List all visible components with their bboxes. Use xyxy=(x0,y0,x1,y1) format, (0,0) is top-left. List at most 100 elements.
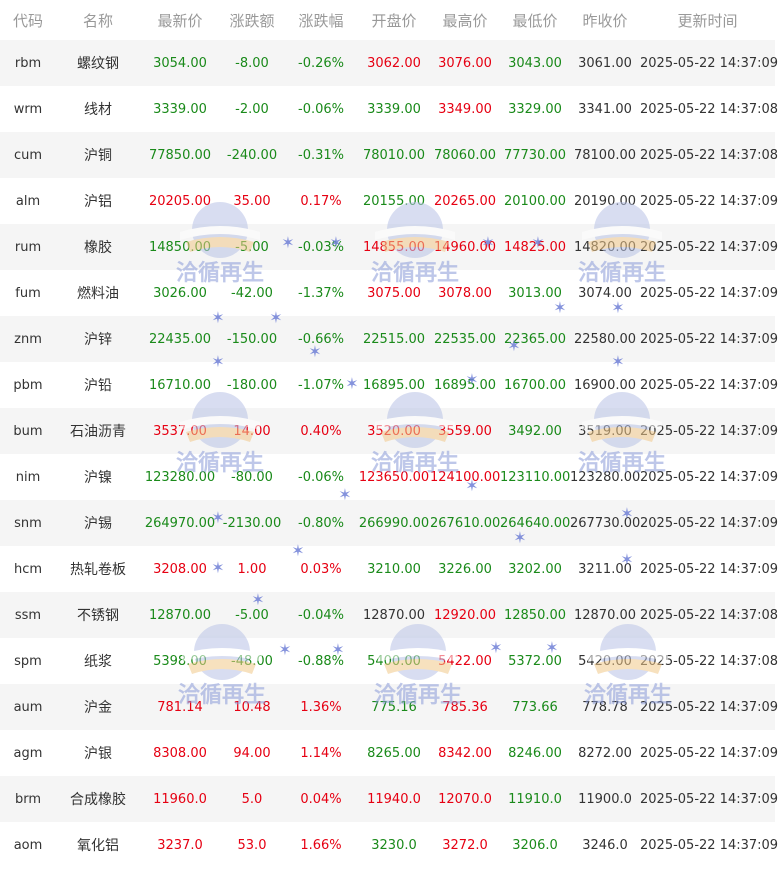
cell-last: 3208.00 xyxy=(140,546,220,592)
cell-change-pct: 0.17% xyxy=(284,178,358,224)
table-row[interactable]: wrm 线材 3339.00 -2.00 -0.06% 3339.00 3349.00 332… xyxy=(0,86,778,132)
cell-high: 267610.00 xyxy=(430,500,500,546)
cell-change-pct: -0.04% xyxy=(284,592,358,638)
cell-prev-close: 5420.00 xyxy=(570,638,640,684)
cell-change: -2.00 xyxy=(220,86,284,132)
cell-last: 12870.00 xyxy=(140,592,220,638)
cell-code: aom xyxy=(0,822,56,868)
table-row[interactable]: aom 氧化铝 3237.0 53.0 1.66% 3230.0 3272.0 3206.0 3… xyxy=(0,822,778,868)
table-row[interactable]: rbm 螺纹钢 3054.00 -8.00 -0.26% 3062.00 3076.00 30… xyxy=(0,40,778,86)
cell-high: 8342.00 xyxy=(430,730,500,776)
table-row[interactable]: brm 合成橡胶 11960.0 5.0 0.04% 11940.0 12070.0 1191… xyxy=(0,776,778,822)
cell-update-time: 2025-05-22 14:37:09 xyxy=(640,270,778,316)
cell-prev-close: 16900.00 xyxy=(570,362,640,408)
table-row[interactable]: hcm 热轧卷板 3208.00 1.00 0.03% 3210.00 3226.00 320… xyxy=(0,546,778,592)
cell-code: rum xyxy=(0,224,56,270)
cell-low: 3043.00 xyxy=(500,40,570,86)
table-row[interactable]: aum 沪金 781.14 10.48 1.36% 775.16 785.36 773.66 7… xyxy=(0,684,778,730)
cell-last: 3537.00 xyxy=(140,408,220,454)
col-header-change-pct: 涨跌幅 xyxy=(284,0,358,40)
cell-last: 3026.00 xyxy=(140,270,220,316)
cell-last: 11960.0 xyxy=(140,776,220,822)
cell-high: 14960.00 xyxy=(430,224,500,270)
cell-update-time: 2025-05-22 14:37:09 xyxy=(640,40,778,86)
col-header-prev-close: 昨收价 xyxy=(570,0,640,40)
cell-change-pct: -0.88% xyxy=(284,638,358,684)
cell-low: 3329.00 xyxy=(500,86,570,132)
cell-code: fum xyxy=(0,270,56,316)
cell-low: 123110.00 xyxy=(500,454,570,500)
cell-high: 3226.00 xyxy=(430,546,500,592)
cell-open: 16895.00 xyxy=(358,362,430,408)
cell-name: 沪铜 xyxy=(56,132,140,178)
table-row[interactable]: spm 纸浆 5398.00 -48.00 -0.88% 5400.00 5422.00 53… xyxy=(0,638,778,684)
table-row[interactable]: bum 石油沥青 3537.00 14.00 0.40% 3520.00 3559.00 34… xyxy=(0,408,778,454)
cell-name: 沪锡 xyxy=(56,500,140,546)
cell-last: 22435.00 xyxy=(140,316,220,362)
cell-change: -2130.00 xyxy=(220,500,284,546)
cell-prev-close: 22580.00 xyxy=(570,316,640,362)
cell-open: 20155.00 xyxy=(358,178,430,224)
cell-low: 77730.00 xyxy=(500,132,570,178)
cell-name: 沪银 xyxy=(56,730,140,776)
cell-last: 3237.0 xyxy=(140,822,220,868)
table-row[interactable]: ssm 不锈钢 12870.00 -5.00 -0.04% 12870.00 12920.0… xyxy=(0,592,778,638)
cell-high: 785.36 xyxy=(430,684,500,730)
cell-change-pct: 0.04% xyxy=(284,776,358,822)
col-header-last: 最新价 xyxy=(140,0,220,40)
cell-low: 8246.00 xyxy=(500,730,570,776)
cell-code: agm xyxy=(0,730,56,776)
cell-name: 燃料油 xyxy=(56,270,140,316)
cell-open: 78010.00 xyxy=(358,132,430,178)
cell-update-time: 2025-05-22 14:37:08 xyxy=(640,592,778,638)
cell-last: 14850.00 xyxy=(140,224,220,270)
cell-update-time: 2025-05-22 14:37:08 xyxy=(640,86,778,132)
cell-open: 3520.00 xyxy=(358,408,430,454)
cell-change: -5.00 xyxy=(220,592,284,638)
table-row[interactable]: cum 沪铜 77850.00 -240.00 -0.31% 78010.00 78060.… xyxy=(0,132,778,178)
cell-last: 3054.00 xyxy=(140,40,220,86)
cell-name: 螺纹钢 xyxy=(56,40,140,86)
cell-open: 11940.0 xyxy=(358,776,430,822)
cell-low: 14825.00 xyxy=(500,224,570,270)
cell-update-time: 2025-05-22 14:37:09 xyxy=(640,684,778,730)
cell-change: 35.00 xyxy=(220,178,284,224)
cell-update-time: 2025-05-22 14:37:09 xyxy=(640,822,778,868)
cell-change: -5.00 xyxy=(220,224,284,270)
cell-high: 3078.00 xyxy=(430,270,500,316)
cell-name: 线材 xyxy=(56,86,140,132)
table-row[interactable]: znm 沪锌 22435.00 -150.00 -0.66% 22515.00 22535.… xyxy=(0,316,778,362)
cell-last: 16710.00 xyxy=(140,362,220,408)
cell-last: 3339.00 xyxy=(140,86,220,132)
cell-last: 781.14 xyxy=(140,684,220,730)
table-row[interactable]: pbm 沪铅 16710.00 -180.00 -1.07% 16895.00 16895.… xyxy=(0,362,778,408)
table-row[interactable]: nim 沪镍 123280.00 -80.00 -0.06% 123650.00 12410… xyxy=(0,454,778,500)
cell-change-pct: 1.14% xyxy=(284,730,358,776)
cell-change-pct: 1.66% xyxy=(284,822,358,868)
cell-code: spm xyxy=(0,638,56,684)
col-header-update-time: 更新时间 xyxy=(640,0,775,40)
col-header-change: 涨跌额 xyxy=(220,0,284,40)
cell-update-time: 2025-05-22 14:37:09 xyxy=(640,362,778,408)
cell-update-time: 2025-05-22 14:37:08 xyxy=(640,132,778,178)
cell-high: 78060.00 xyxy=(430,132,500,178)
cell-code: pbm xyxy=(0,362,56,408)
cell-change-pct: -1.07% xyxy=(284,362,358,408)
cell-change-pct: 0.40% xyxy=(284,408,358,454)
cell-high: 3349.00 xyxy=(430,86,500,132)
cell-change: -80.00 xyxy=(220,454,284,500)
cell-open: 3062.00 xyxy=(358,40,430,86)
cell-update-time: 2025-05-22 14:37:09 xyxy=(640,500,778,546)
cell-update-time: 2025-05-22 14:37:09 xyxy=(640,776,778,822)
table-row[interactable]: agm 沪银 8308.00 94.00 1.14% 8265.00 8342.00 8246… xyxy=(0,730,778,776)
cell-code: rbm xyxy=(0,40,56,86)
cell-prev-close: 3074.00 xyxy=(570,270,640,316)
cell-prev-close: 78100.00 xyxy=(570,132,640,178)
cell-low: 12850.00 xyxy=(500,592,570,638)
table-row[interactable]: fum 燃料油 3026.00 -42.00 -1.37% 3075.00 3078.00 3… xyxy=(0,270,778,316)
table-row[interactable]: alm 沪铝 20205.00 35.00 0.17% 20155.00 20265.00 2… xyxy=(0,178,778,224)
cell-high: 5422.00 xyxy=(430,638,500,684)
table-row[interactable]: rum 橡胶 14850.00 -5.00 -0.03% 14855.00 14960.00… xyxy=(0,224,778,270)
table-row[interactable]: snm 沪锡 264970.00 -2130.00 -0.80% 266990.00 267… xyxy=(0,500,778,546)
cell-last: 20205.00 xyxy=(140,178,220,224)
